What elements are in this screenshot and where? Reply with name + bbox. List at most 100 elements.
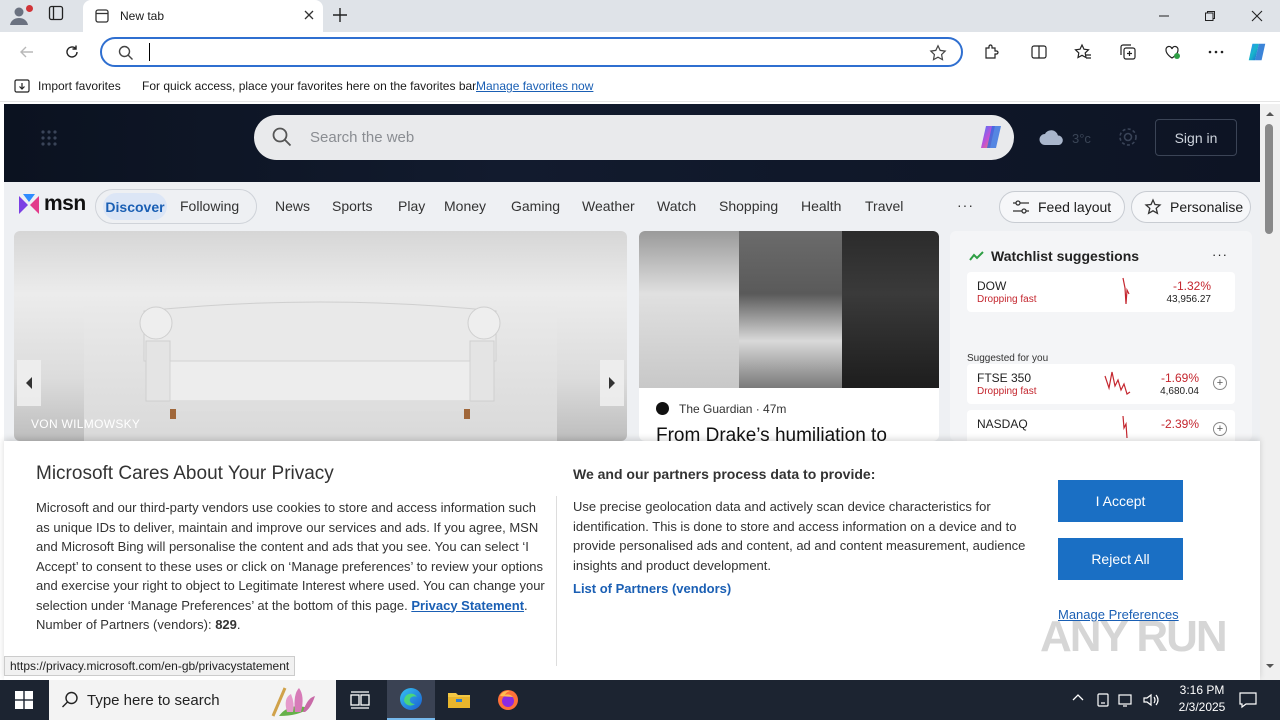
network-icon[interactable] (1117, 692, 1135, 708)
apps-grid-icon[interactable] (40, 129, 58, 147)
privacy-body: Microsoft and our third-party vendors us… (36, 500, 545, 632)
restore-button[interactable] (1187, 0, 1233, 32)
gear-icon[interactable] (1117, 126, 1139, 148)
collections-icon[interactable] (1117, 41, 1139, 63)
article-source: VON WILMOWSKY (31, 417, 141, 431)
nav-travel[interactable]: Travel (865, 198, 903, 214)
search-icon (272, 127, 292, 147)
sofa-image (84, 301, 557, 441)
browser-essentials-icon[interactable] (1161, 41, 1183, 63)
notifications-icon[interactable] (1238, 690, 1258, 710)
feed-layout-label: Feed layout (1038, 199, 1112, 215)
start-button[interactable] (0, 680, 48, 720)
close-tab-icon[interactable] (303, 9, 315, 21)
featured-article-card[interactable]: VON WILMOWSKY (14, 231, 627, 441)
scrollbar-thumb[interactable] (1265, 124, 1273, 234)
stock-row-ftse[interactable]: FTSE 350 Dropping fast -1.69% 4,680.04 + (967, 364, 1235, 404)
clock-date[interactable]: 2/3/2025 (1167, 700, 1237, 714)
carousel-next-button[interactable] (600, 360, 624, 406)
manage-favorites-link[interactable]: Manage favorites now (476, 79, 593, 93)
feed-layout-button[interactable]: Feed layout (999, 191, 1125, 223)
news-article-card[interactable]: The Guardian · 47m From Drake’s humiliat… (639, 231, 939, 441)
trend-icon (969, 251, 985, 261)
add-stock-button[interactable]: + (1213, 376, 1227, 390)
guardian-icon (656, 402, 669, 415)
nav-watch[interactable]: Watch (657, 198, 696, 214)
divider (556, 496, 557, 666)
nav-sports[interactable]: Sports (332, 198, 372, 214)
browser-tab[interactable]: New tab (83, 0, 323, 32)
copilot-logo-icon[interactable] (976, 122, 1006, 152)
privacy-body-text: Microsoft and our third-party vendors us… (36, 500, 545, 613)
windows-icon (15, 691, 33, 709)
watchlist-more-button[interactable]: ··· (1212, 247, 1228, 262)
settings-more-icon[interactable] (1205, 41, 1227, 63)
new-tab-button[interactable] (331, 6, 351, 26)
task-view-icon[interactable] (336, 680, 384, 720)
stock-status: Dropping fast (977, 294, 1037, 305)
nav-weather[interactable]: Weather (582, 198, 635, 214)
profile-icon[interactable] (8, 4, 34, 28)
nav-play[interactable]: Play (398, 198, 425, 214)
personalise-button[interactable]: Personalise (1131, 191, 1251, 223)
search-icon (118, 45, 134, 61)
nav-health[interactable]: Health (801, 198, 841, 214)
tray-chevron-icon[interactable] (1071, 692, 1085, 702)
nav-gaming[interactable]: Gaming (511, 198, 560, 214)
tab-following[interactable]: Following (180, 198, 239, 214)
news-headline[interactable]: From Drake’s humiliation to (656, 425, 887, 441)
partners-count: 829 (215, 617, 237, 632)
msn-butterfly-icon[interactable] (16, 191, 42, 217)
taskbar-search-placeholder: Type here to search (87, 692, 220, 709)
privacy-statement-link[interactable]: Privacy Statement (411, 598, 524, 613)
tab-discover[interactable]: Discover (103, 193, 167, 220)
web-search-box[interactable]: Search the web (254, 115, 1014, 160)
clock-time[interactable]: 3:16 PM (1172, 683, 1232, 697)
import-favorites-icon[interactable] (14, 78, 32, 94)
favorites-icon[interactable] (1072, 41, 1094, 63)
msn-logo-text[interactable]: msn (44, 192, 86, 216)
stock-change: -1.32% (1172, 279, 1211, 293)
firefox-icon[interactable] (484, 680, 532, 720)
stock-row-dow[interactable]: DOW Dropping fast -1.32% 43,956.27 (967, 272, 1235, 312)
anyrun-watermark: ANY RUN (1040, 612, 1228, 661)
page-scrollbar[interactable] (1260, 104, 1280, 680)
favorite-star-icon[interactable] (929, 44, 947, 62)
stock-status: Dropping fast (977, 386, 1037, 397)
stock-symbol: NASDAQ (977, 417, 1028, 431)
reject-all-button[interactable]: Reject All (1058, 538, 1183, 580)
text-caret (149, 43, 150, 61)
stock-value: 43,956.27 (1166, 294, 1212, 305)
list-of-partners-link[interactable]: List of Partners (vendors) (573, 581, 731, 596)
accept-button[interactable]: I Accept (1058, 480, 1183, 522)
nav-money[interactable]: Money (444, 198, 486, 214)
edge-taskbar-icon[interactable] (387, 680, 435, 720)
news-source: The Guardian · 47m (679, 402, 787, 416)
weather-temperature[interactable]: 3°c (1072, 131, 1091, 146)
sign-in-button[interactable]: Sign in (1155, 119, 1237, 156)
nav-more-button[interactable]: ··· (957, 197, 974, 213)
address-bar[interactable] (100, 37, 963, 67)
stock-value: 4,680.04 (1160, 386, 1199, 397)
device-icon[interactable] (1096, 692, 1110, 708)
tab-actions-icon[interactable] (48, 5, 72, 27)
privacy-period: . (524, 597, 528, 613)
split-screen-icon[interactable] (1028, 41, 1050, 63)
refresh-button[interactable] (61, 41, 83, 63)
volume-icon[interactable] (1142, 692, 1160, 708)
carousel-prev-button[interactable] (17, 360, 41, 406)
taskbar-search-box[interactable]: Type here to search (49, 680, 336, 720)
stock-change: -2.39% (1160, 417, 1199, 431)
add-stock-button[interactable]: + (1213, 422, 1227, 436)
extensions-icon[interactable] (980, 41, 1002, 63)
back-button[interactable] (16, 41, 38, 63)
sparkline (1122, 277, 1130, 305)
cloud-icon[interactable] (1038, 128, 1066, 146)
import-favorites-button[interactable]: Import favorites (38, 79, 121, 93)
nav-shopping[interactable]: Shopping (719, 198, 778, 214)
nav-news[interactable]: News (275, 198, 310, 214)
file-explorer-icon[interactable] (435, 680, 483, 720)
minimize-button[interactable] (1141, 0, 1187, 32)
close-window-button[interactable] (1234, 0, 1280, 32)
copilot-icon[interactable] (1246, 41, 1268, 63)
